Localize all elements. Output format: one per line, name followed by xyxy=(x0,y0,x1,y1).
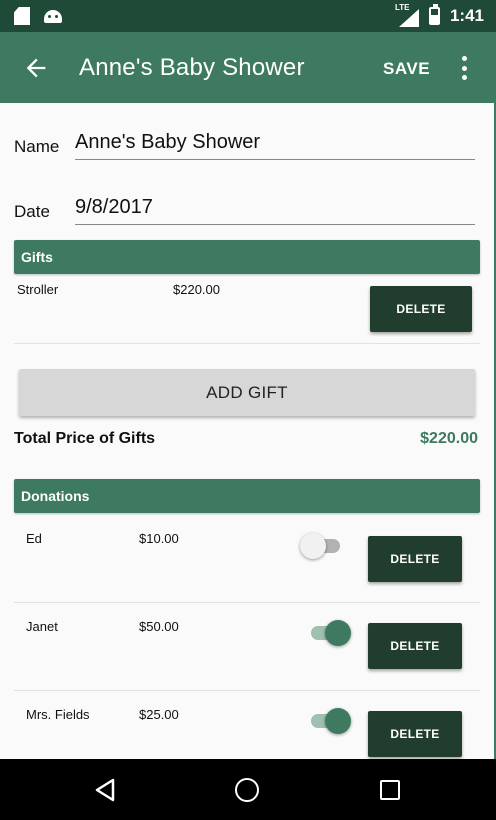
total-price-value: $220.00 xyxy=(420,430,478,447)
gift-name: Stroller xyxy=(17,282,59,297)
donor-name: Mrs. Fields xyxy=(26,707,90,722)
gifts-header: Gifts xyxy=(14,240,480,274)
event-form: Name Date Gifts Stroller $220.00 DELETE … xyxy=(0,103,494,759)
total-price-label: Total Price of Gifts xyxy=(14,430,156,447)
donations-header: Donations xyxy=(14,479,480,513)
status-bar: LTE 1:41 xyxy=(0,0,496,32)
nav-back-icon[interactable] xyxy=(94,778,116,802)
signal-icon: LTE xyxy=(394,3,419,27)
gift-price: $220.00 xyxy=(173,282,220,297)
name-label: Name xyxy=(14,137,60,156)
donation-amount: $50.00 xyxy=(139,619,179,634)
received-toggle[interactable] xyxy=(307,708,351,734)
delete-donation-button[interactable]: DELETE xyxy=(368,536,462,582)
divider xyxy=(14,343,480,344)
donor-name: Ed xyxy=(26,531,42,546)
arrow-back-icon[interactable] xyxy=(22,54,50,82)
date-field[interactable] xyxy=(75,196,475,225)
donation-amount: $10.00 xyxy=(139,531,179,546)
delete-donation-button[interactable]: DELETE xyxy=(368,623,462,669)
app-bar: Anne's Baby Shower SAVE xyxy=(0,32,494,103)
android-icon xyxy=(44,7,62,23)
delete-gift-button[interactable]: DELETE xyxy=(370,286,472,332)
nav-recents-icon[interactable] xyxy=(380,780,400,800)
donor-name: Janet xyxy=(26,619,58,634)
donation-amount: $25.00 xyxy=(139,707,179,722)
received-toggle[interactable] xyxy=(300,533,344,559)
date-label: Date xyxy=(14,202,50,221)
name-field[interactable] xyxy=(75,131,475,160)
sd-card-icon xyxy=(14,7,30,25)
save-button[interactable]: SAVE xyxy=(383,59,430,79)
navigation-bar xyxy=(0,759,496,820)
network-type-label: LTE xyxy=(394,3,410,12)
status-time: 1:41 xyxy=(449,6,484,25)
page-title: Anne's Baby Shower xyxy=(79,54,305,81)
nav-home-icon[interactable] xyxy=(235,778,259,802)
divider xyxy=(14,602,480,603)
divider xyxy=(14,690,480,691)
battery-icon xyxy=(428,4,440,25)
received-toggle[interactable] xyxy=(307,620,351,646)
more-vert-icon[interactable] xyxy=(460,56,468,80)
add-gift-button[interactable]: ADD GIFT xyxy=(19,369,475,416)
delete-donation-button[interactable]: DELETE xyxy=(368,711,462,757)
